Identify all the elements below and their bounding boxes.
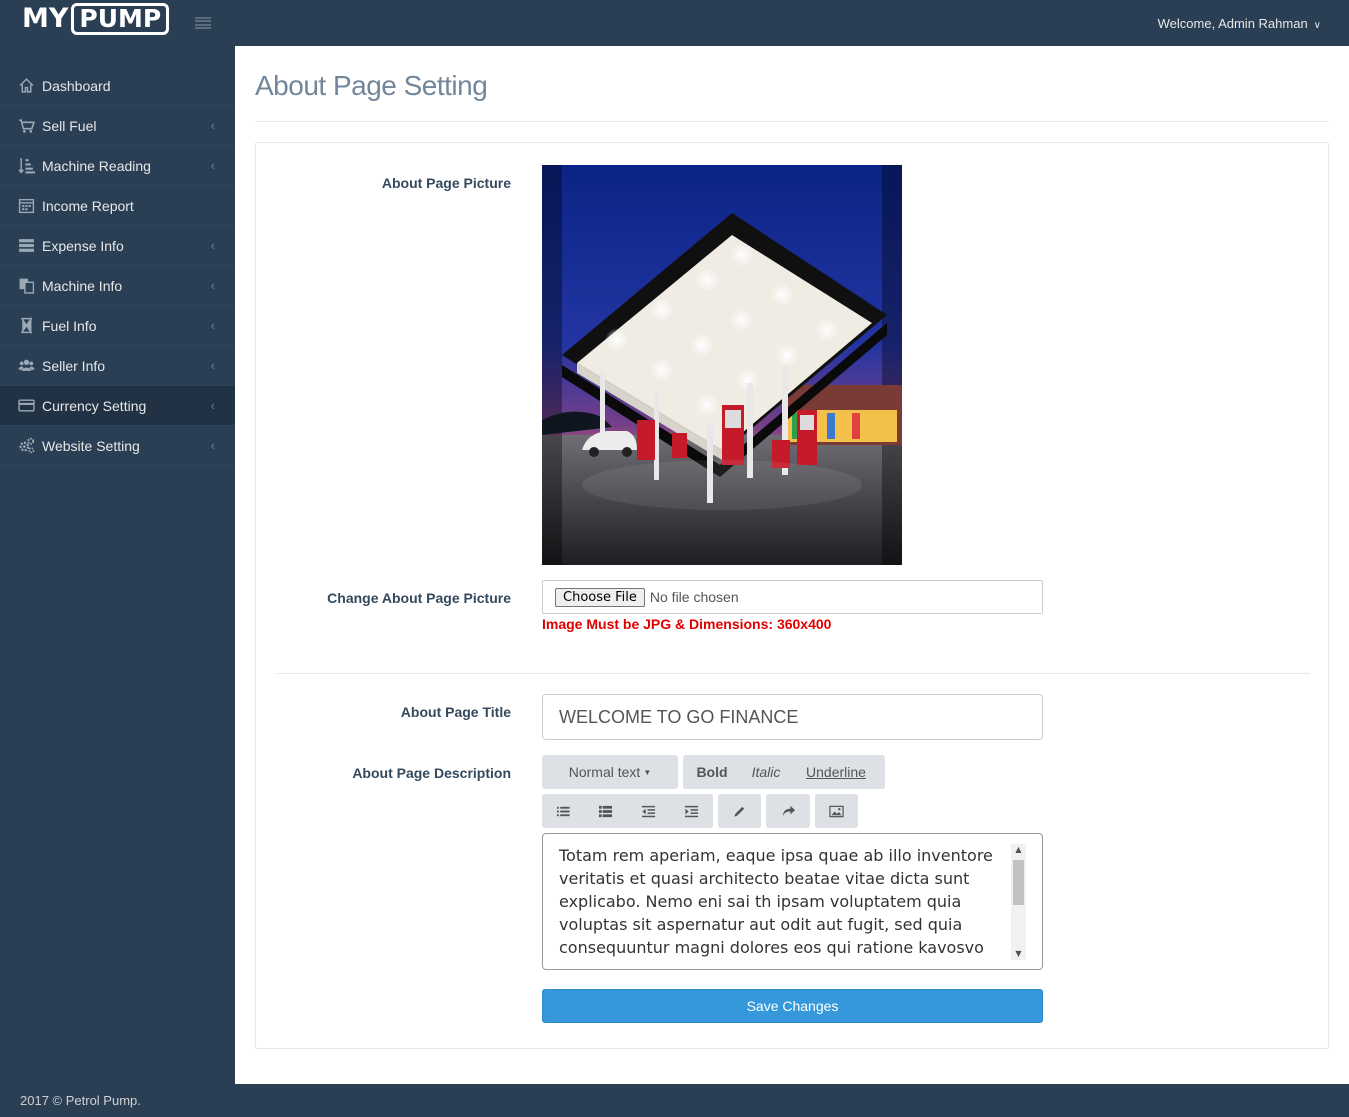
- chevron-left-icon: ‹: [210, 118, 215, 133]
- top-navbar: MY PUMP Welcome, Admin Rahman ∨: [0, 0, 1349, 46]
- picture-file-input[interactable]: Choose File No file chosen: [542, 580, 1043, 614]
- description-text: Totam rem aperiam, eaque ipsa quae ab il…: [559, 846, 993, 957]
- change-picture-label: Change About Page Picture: [327, 590, 511, 606]
- list-icon: [16, 237, 36, 255]
- chevron-left-icon: ‹: [210, 398, 215, 413]
- bold-button[interactable]: Bold: [683, 755, 741, 789]
- list-indent-group: [542, 794, 713, 828]
- redo-group: [766, 794, 810, 828]
- sidebar-item-seller-info[interactable]: Seller Info ‹: [0, 346, 235, 386]
- editor-scrollbar[interactable]: ▲ ▼: [1011, 844, 1026, 960]
- logo-my-text: MY: [22, 3, 69, 34]
- hourglass-icon: [16, 317, 36, 335]
- insert-image-icon[interactable]: [815, 794, 858, 828]
- italic-button[interactable]: Italic: [741, 755, 791, 789]
- sidebar-item-label: Machine Info: [42, 277, 123, 294]
- chevron-left-icon: ‹: [210, 238, 215, 253]
- chevron-left-icon: ‹: [210, 278, 215, 293]
- save-changes-button[interactable]: Save Changes: [542, 989, 1043, 1023]
- scroll-up-arrow-icon[interactable]: ▲: [1011, 844, 1026, 856]
- image-group: [815, 794, 858, 828]
- chevron-left-icon: ‹: [210, 158, 215, 173]
- sort-amount-icon: [16, 157, 36, 175]
- settings-form: About Page Picture Change About Page Pic…: [255, 142, 1329, 1049]
- divider: [276, 673, 1310, 674]
- pencil-icon[interactable]: [718, 794, 761, 828]
- caret-down-icon: ▼: [643, 767, 652, 777]
- scroll-down-arrow-icon[interactable]: ▼: [1011, 948, 1026, 960]
- sidebar: Dashboard Sell Fuel ‹ Machine Reading ‹ …: [0, 66, 235, 466]
- logo-pump-text: PUMP: [71, 3, 170, 35]
- sidebar-item-currency-setting[interactable]: Currency Setting ‹: [0, 386, 235, 426]
- user-menu[interactable]: Welcome, Admin Rahman ∨: [1158, 16, 1321, 31]
- logo[interactable]: MY PUMP: [22, 2, 170, 36]
- indent-icon[interactable]: [670, 794, 713, 828]
- sidebar-item-website-setting[interactable]: Website Setting ‹: [0, 426, 235, 466]
- choose-file-button[interactable]: Choose File: [555, 587, 645, 607]
- chevron-down-icon: ∨: [1313, 20, 1321, 31]
- file-status-text: No file chosen: [649, 589, 739, 605]
- sidebar-item-machine-info[interactable]: Machine Info ‹: [0, 266, 235, 306]
- description-label: About Page Description: [352, 765, 511, 781]
- sidebar-item-label: Currency Setting: [42, 397, 147, 414]
- sidebar-item-machine-reading[interactable]: Machine Reading ‹: [0, 146, 235, 186]
- main-content: About Page Setting About Page Picture Ch…: [235, 46, 1349, 1084]
- sidebar-item-dashboard[interactable]: Dashboard: [0, 66, 235, 106]
- font-style-dropdown[interactable]: Normal text ▼: [542, 755, 678, 789]
- sidebar-item-label: Website Setting: [42, 437, 140, 454]
- sidebar-item-expense-info[interactable]: Expense Info ‹: [0, 226, 235, 266]
- sidebar-item-label: Sell Fuel: [42, 117, 97, 134]
- chevron-left-icon: ‹: [210, 318, 215, 333]
- page-title: About Page Setting: [255, 70, 488, 101]
- chevron-left-icon: ‹: [210, 358, 215, 373]
- welcome-text: Welcome, Admin Rahman: [1157, 16, 1308, 31]
- redo-icon[interactable]: [766, 794, 810, 828]
- about-title-input[interactable]: WELCOME TO GO FINANCE: [542, 694, 1043, 740]
- description-editor[interactable]: Totam rem aperiam, eaque ipsa quae ab il…: [542, 833, 1043, 970]
- footer-copyright: 2017 © Petrol Pump.: [20, 1093, 141, 1108]
- title-label: About Page Title: [400, 704, 511, 720]
- text-format-group: Bold Italic Underline: [683, 755, 885, 789]
- menu-toggle-icon[interactable]: [195, 17, 211, 29]
- sidebar-item-sell-fuel[interactable]: Sell Fuel ‹: [0, 106, 235, 146]
- underline-button[interactable]: Underline: [791, 755, 881, 789]
- sidebar-item-label: Expense Info: [42, 237, 124, 254]
- scrollbar-thumb[interactable]: [1013, 860, 1024, 905]
- users-icon: [16, 357, 36, 375]
- sidebar-item-label: Seller Info: [42, 357, 106, 374]
- picture-label: About Page Picture: [381, 175, 511, 191]
- font-style-group: Normal text ▼: [542, 755, 678, 789]
- about-page-picture: [542, 165, 902, 565]
- sidebar-item-income-report[interactable]: Income Report: [0, 186, 235, 226]
- divider: [255, 121, 1329, 122]
- cart-icon: [16, 117, 36, 135]
- sidebar-item-label: Income Report: [42, 197, 134, 214]
- credit-card-icon: [16, 397, 36, 415]
- font-style-label: Normal text: [568, 764, 641, 780]
- sidebar-item-label: Fuel Info: [42, 317, 97, 334]
- calendar-icon: [16, 197, 36, 215]
- copy-icon: [16, 277, 36, 295]
- ordered-list-icon[interactable]: [584, 794, 627, 828]
- sidebar-item-label: Machine Reading: [42, 157, 151, 174]
- file-requirement-hint: Image Must be JPG & Dimensions: 360x400: [542, 616, 832, 632]
- chevron-left-icon: ‹: [210, 438, 215, 453]
- gears-icon: [16, 437, 36, 455]
- link-group: [718, 794, 761, 828]
- home-icon: [16, 77, 36, 95]
- sidebar-item-fuel-info[interactable]: Fuel Info ‹: [0, 306, 235, 346]
- sidebar-item-label: Dashboard: [42, 77, 111, 94]
- unordered-list-icon[interactable]: [542, 794, 584, 828]
- outdent-icon[interactable]: [627, 794, 670, 828]
